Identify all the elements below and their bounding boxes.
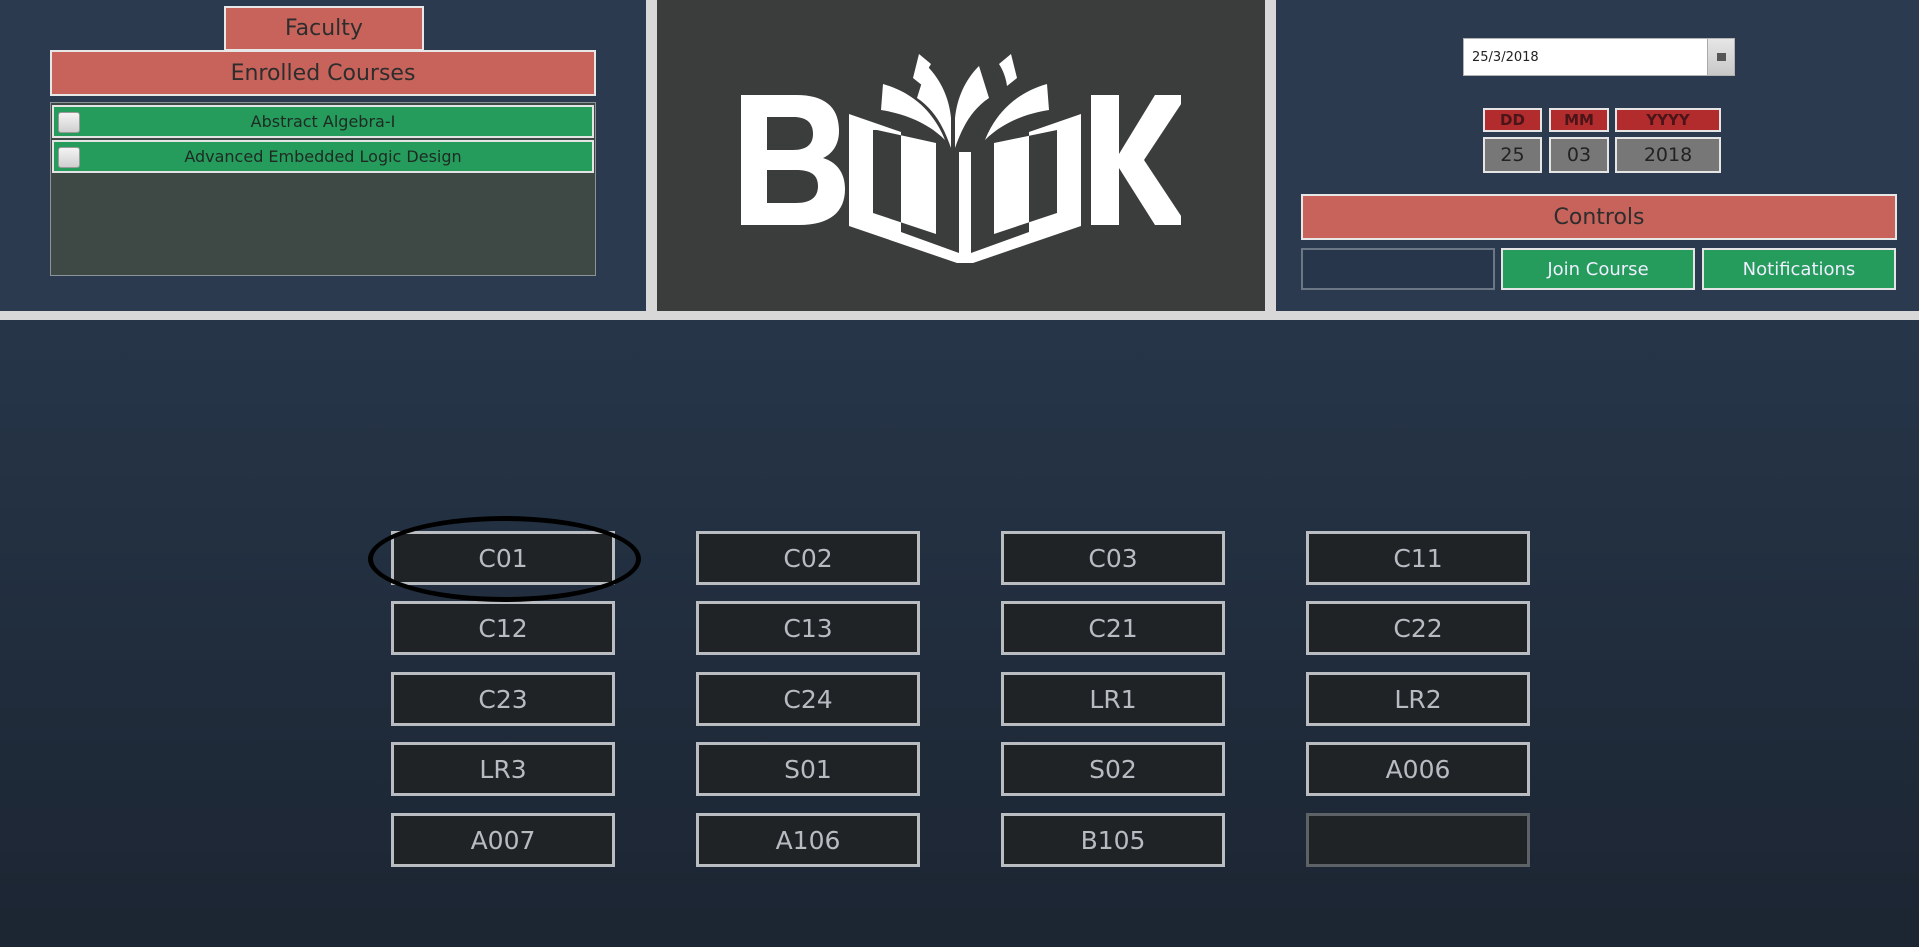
day-value: 25 [1483, 137, 1542, 173]
room-button-empty[interactable] [1306, 813, 1530, 867]
join-course-button[interactable]: Join Course [1501, 248, 1695, 290]
controls-header: Controls [1301, 194, 1897, 240]
enrolled-courses-panel: Faculty Enrolled Courses Abstract Algebr… [0, 0, 646, 311]
course-item-embedded-logic[interactable]: Advanced Embedded Logic Design [52, 140, 594, 173]
faculty-tab[interactable]: Faculty [224, 6, 424, 51]
year-label: YYYY [1615, 108, 1721, 132]
course-item-abstract-algebra[interactable]: Abstract Algebra-I [52, 105, 594, 138]
room-button[interactable]: C21 [1001, 601, 1225, 655]
room-button[interactable]: C22 [1306, 601, 1530, 655]
room-button[interactable]: LR3 [391, 742, 615, 796]
course-checkbox[interactable] [58, 147, 80, 168]
month-label: MM [1549, 108, 1609, 132]
room-button[interactable]: C02 [696, 531, 920, 585]
calendar-icon [1716, 53, 1726, 61]
notifications-button[interactable]: Notifications [1702, 248, 1896, 290]
room-button[interactable]: B105 [1001, 813, 1225, 867]
room-button[interactable]: A006 [1306, 742, 1530, 796]
room-button[interactable]: C13 [696, 601, 920, 655]
course-checkbox[interactable] [58, 112, 80, 133]
book-logo [741, 48, 1187, 264]
month-value: 03 [1549, 137, 1609, 173]
controls-panel: 25/3/2018 DD MM YYYY 25 03 2018 Controls… [1276, 0, 1919, 311]
course-label: Abstract Algebra-I [250, 112, 396, 131]
room-button[interactable]: LR2 [1306, 672, 1530, 726]
room-button[interactable]: LR1 [1001, 672, 1225, 726]
year-value: 2018 [1615, 137, 1721, 173]
day-label: DD [1483, 108, 1542, 132]
room-button[interactable]: C24 [696, 672, 920, 726]
room-button[interactable]: C12 [391, 601, 615, 655]
course-list: Abstract Algebra-I Advanced Embedded Log… [50, 102, 596, 276]
date-picker-field[interactable]: 25/3/2018 [1463, 38, 1735, 76]
room-button[interactable]: A106 [696, 813, 920, 867]
course-label: Advanced Embedded Logic Design [184, 147, 462, 166]
course-code-input[interactable] [1301, 248, 1495, 290]
logo-panel [657, 0, 1265, 311]
room-button[interactable]: C11 [1306, 531, 1530, 585]
calendar-button[interactable] [1707, 39, 1734, 75]
date-value: 25/3/2018 [1472, 49, 1539, 65]
room-button[interactable]: A007 [391, 813, 615, 867]
enrolled-courses-header: Enrolled Courses [50, 50, 596, 96]
room-button[interactable]: C01 [391, 531, 615, 585]
room-button[interactable]: S02 [1001, 742, 1225, 796]
room-button[interactable]: C03 [1001, 531, 1225, 585]
room-button[interactable]: S01 [696, 742, 920, 796]
room-button[interactable]: C23 [391, 672, 615, 726]
book-logo-icon [741, 54, 1187, 263]
